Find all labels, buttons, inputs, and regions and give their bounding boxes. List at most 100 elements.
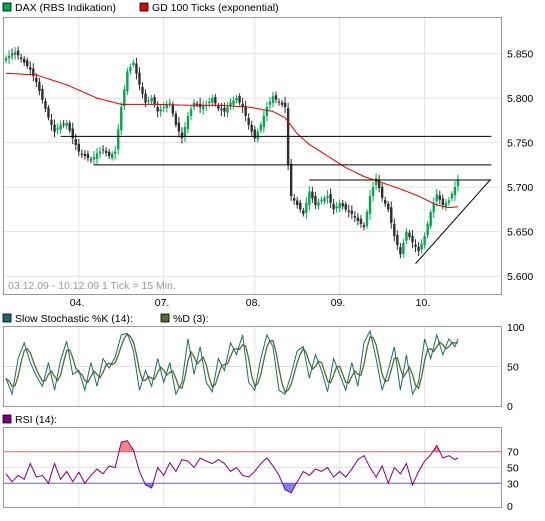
price-candle-body bbox=[226, 107, 229, 113]
stoch-y-tick-label: 0 bbox=[507, 401, 513, 413]
price-candle-body bbox=[432, 203, 435, 213]
price-candle-body bbox=[132, 62, 135, 65]
date-range-label: 03.12.09 - 10.12.09 1 Tick = 15 Min. bbox=[8, 280, 176, 292]
price-candle-body bbox=[223, 108, 226, 112]
price-candle-body bbox=[89, 159, 93, 161]
price-candle-body bbox=[271, 96, 275, 103]
price-candle-body bbox=[120, 107, 123, 131]
rsi-overbought-area bbox=[121, 441, 125, 452]
price-candle-body bbox=[129, 66, 132, 72]
price-candle-body bbox=[238, 95, 241, 103]
price-candle-body bbox=[396, 235, 399, 246]
price-candle-body bbox=[329, 193, 332, 203]
price-candle-body bbox=[41, 88, 44, 100]
price-candle-body bbox=[4, 58, 8, 61]
price-candle-body bbox=[311, 191, 314, 199]
legend-swatch-dax bbox=[2, 2, 12, 12]
price-candle-body bbox=[308, 191, 311, 205]
legend-label-stoch-d: %D (3): bbox=[173, 313, 209, 325]
price-candle-body bbox=[362, 225, 366, 228]
price-candle-body bbox=[259, 124, 263, 131]
price-candle-body bbox=[344, 204, 347, 210]
price-candle-body bbox=[180, 132, 184, 139]
price-candle-body bbox=[417, 246, 420, 252]
price-candle-body bbox=[353, 216, 357, 218]
price-candle-body bbox=[393, 223, 396, 237]
price-y-tick-label: 5.750 bbox=[507, 138, 533, 150]
price-candle-body bbox=[47, 107, 50, 118]
price-candle-body bbox=[13, 51, 17, 55]
price-candle-body bbox=[280, 102, 284, 105]
price-candle-body bbox=[168, 102, 172, 104]
price-candle-body bbox=[402, 242, 405, 254]
price-candle-body bbox=[289, 163, 293, 197]
price-legend: DAX (RBS Indikation) GD 100 Ticks (expon… bbox=[2, 2, 279, 14]
price-candle-body bbox=[299, 202, 302, 210]
price-candle-body bbox=[429, 212, 432, 227]
price-candle-body bbox=[189, 109, 193, 116]
price-candle-body bbox=[447, 200, 451, 203]
price-candle-body bbox=[83, 153, 87, 156]
price-candle-body bbox=[195, 103, 199, 105]
price-candle-body bbox=[411, 235, 414, 243]
legend-swatch-stoch-d bbox=[160, 313, 170, 323]
price-candle-body bbox=[135, 63, 138, 74]
x-tick-label: 04. bbox=[70, 297, 85, 309]
price-candle-body bbox=[399, 247, 402, 254]
rsi-overbought-area bbox=[124, 440, 128, 452]
price-candle-body bbox=[104, 150, 108, 153]
price-candle-body bbox=[86, 153, 90, 159]
price-candle-body bbox=[356, 217, 360, 221]
price-y-tick-label: 5.700 bbox=[507, 182, 533, 194]
price-candle-body bbox=[117, 129, 120, 150]
price-candle-body bbox=[19, 57, 23, 59]
price-candle-body bbox=[144, 93, 147, 103]
price-candle-body bbox=[211, 98, 214, 103]
price-candle-body bbox=[302, 210, 305, 214]
price-candle-body bbox=[38, 82, 41, 92]
legend-swatch-stoch-k bbox=[2, 313, 12, 323]
price-candle-body bbox=[35, 78, 38, 83]
price-candle-body bbox=[232, 100, 235, 105]
legend-label-dax: DAX (RBS Indikation) bbox=[15, 2, 116, 14]
x-tick-label: 10. bbox=[416, 297, 431, 309]
price-candle-body bbox=[110, 153, 114, 159]
price-candle-body bbox=[423, 236, 426, 245]
rsi-y-tick-label: 0 bbox=[507, 501, 513, 513]
price-candle-body bbox=[126, 71, 129, 92]
price-y-tick-label: 5.650 bbox=[507, 227, 533, 239]
price-candle-body bbox=[450, 193, 454, 199]
x-tick-label: 07. bbox=[155, 297, 170, 309]
price-candle-body bbox=[123, 89, 126, 106]
price-candle-body bbox=[208, 101, 211, 104]
price-candle-body bbox=[365, 211, 369, 227]
price-candle-body bbox=[150, 98, 153, 102]
price-candle-body bbox=[383, 199, 387, 204]
chart-svg: 5.850 5.800 5.750 5.700 5.650 5.600 04. 07. 08. 0… bbox=[2, 2, 533, 513]
price-candle-body bbox=[405, 231, 408, 241]
price-candle-body bbox=[29, 67, 32, 70]
price-candle-body bbox=[265, 107, 269, 116]
price-candle-body bbox=[274, 95, 278, 100]
price-candle-body bbox=[250, 124, 253, 132]
legend-label-ema: GD 100 Ticks (exponential) bbox=[152, 2, 279, 14]
price-candle-body bbox=[171, 104, 175, 114]
price-panel-frame bbox=[3, 17, 502, 295]
price-candle-body bbox=[296, 200, 299, 205]
price-candle-body bbox=[183, 127, 187, 138]
price-candle-body bbox=[138, 72, 141, 85]
price-candle-body bbox=[332, 203, 335, 210]
price-candle-body bbox=[438, 195, 441, 200]
price-candle-body bbox=[305, 202, 308, 213]
price-candle-body bbox=[92, 156, 96, 160]
price-candle-body bbox=[335, 206, 338, 209]
price-candle-body bbox=[16, 50, 20, 56]
price-candle-body bbox=[98, 151, 102, 154]
price-candle-body bbox=[95, 153, 99, 160]
stoch-y-tick-label: 50 bbox=[507, 362, 519, 374]
price-candle-body bbox=[141, 86, 144, 94]
price-candle-body bbox=[247, 118, 250, 125]
x-tick-label: 09. bbox=[331, 297, 346, 309]
price-candle-body bbox=[380, 186, 384, 198]
price-candle-body bbox=[59, 124, 62, 130]
